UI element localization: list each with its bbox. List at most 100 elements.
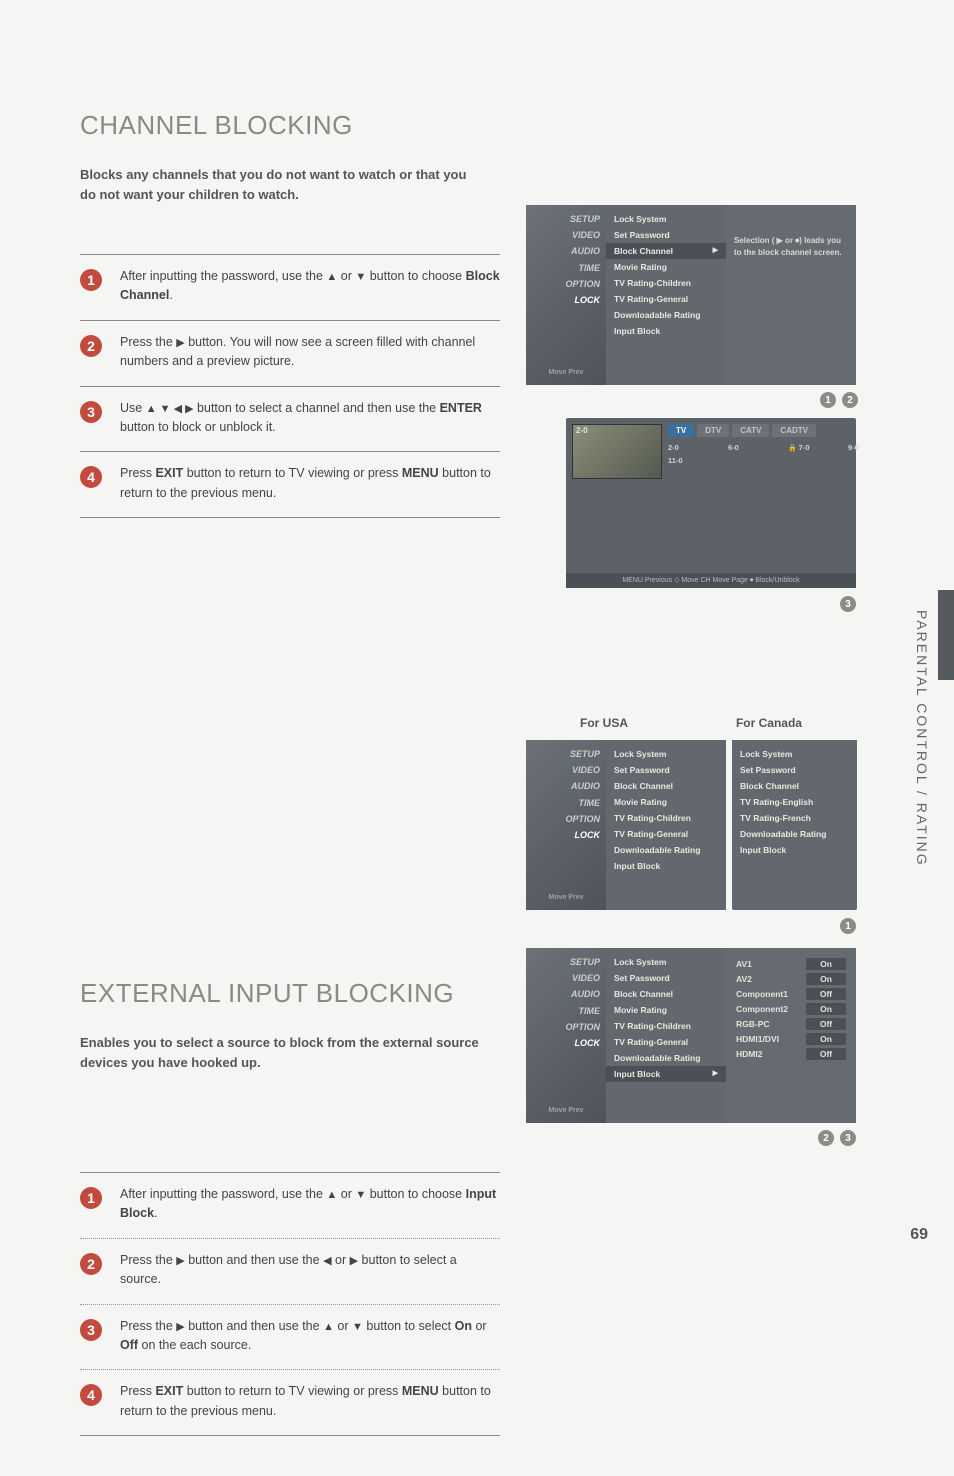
step-text: Press EXIT button to return to TV viewin… (120, 464, 500, 503)
channel-cell: 11-0 (668, 456, 706, 465)
menu-column: Lock System Set Password Block Channel M… (606, 205, 726, 385)
nav-footer-hint: Move Prev (530, 1105, 602, 1118)
step-number: 3 (80, 1319, 102, 1341)
step-number: 2 (80, 1253, 102, 1275)
step: 3 Press the ▶ button and then use the ▲ … (80, 1305, 500, 1371)
step: 3 Use ▲ ▼ ◀ ▶ button to select a channel… (80, 387, 500, 453)
menu-item: Downloadable Rating (606, 842, 726, 858)
nav-item: AUDIO (526, 986, 600, 1002)
input-state: On (806, 958, 846, 970)
input-name: HDMI2 (736, 1049, 762, 1059)
screenshot-badges: 3 (840, 596, 856, 612)
nav-item: SETUP (526, 954, 600, 970)
screenshot-badges: 2 3 (818, 1130, 856, 1146)
input-state: Off (806, 1048, 846, 1060)
nav-item: VIDEO (526, 227, 600, 243)
badge: 1 (840, 918, 856, 934)
step-text: Press the ▶ button. You will now see a s… (120, 333, 500, 372)
step-text: Press the ▶ button and then use the ◀ or… (120, 1251, 500, 1290)
section2-steps: 1 After inputting the password, use the … (80, 1172, 500, 1436)
step-text: After inputting the password, use the ▲ … (120, 1185, 500, 1224)
menu-item: Movie Rating (606, 259, 726, 275)
step: 4 Press EXIT button to return to TV view… (80, 1370, 500, 1436)
nav-column: SETUP VIDEO AUDIO TIME OPTION LOCK Move … (526, 948, 606, 1123)
step-number: 4 (80, 1384, 102, 1406)
menu-item: Block Channel (732, 778, 857, 794)
nav-item: SETUP (526, 746, 600, 762)
nav-item: OPTION (526, 1019, 600, 1035)
input-name: HDMI1/DVI (736, 1034, 779, 1044)
step-text: After inputting the password, use the ▲ … (120, 267, 500, 306)
step-number: 1 (80, 269, 102, 291)
channel-cell: 6-0 (728, 443, 766, 452)
menu-item: Movie Rating (606, 794, 726, 810)
input-state: On (806, 973, 846, 985)
menu-item: Set Password (606, 970, 726, 986)
badge: 3 (840, 1130, 856, 1146)
step: 1 After inputting the password, use the … (80, 255, 500, 321)
badge: 2 (818, 1130, 834, 1146)
region-labels: For USA For Canada (526, 716, 856, 730)
section1-intro: Blocks any channels that you do not want… (80, 165, 480, 204)
menu-item-selected: Block Channel (606, 243, 726, 259)
menu-item: TV Rating-French (732, 810, 857, 826)
menu-column: Lock System Set Password Block Channel T… (732, 740, 857, 864)
menu-item: TV Rating-General (606, 1034, 726, 1050)
input-name: AV2 (736, 974, 752, 984)
input-state: On (806, 1033, 846, 1045)
menu-item: TV Rating-Children (606, 1018, 726, 1034)
input-name: Component2 (736, 1004, 788, 1014)
input-state: Off (806, 1018, 846, 1030)
step-text: Press EXIT button to return to TV viewin… (120, 1382, 500, 1421)
menu-item: TV Rating-English (732, 794, 857, 810)
tab: TV (668, 424, 694, 437)
label-canada: For Canada (736, 716, 802, 730)
channel-cell: 2-0 (668, 443, 706, 452)
nav-item: SETUP (526, 211, 600, 227)
step: 1 After inputting the password, use the … (80, 1173, 500, 1239)
input-name: AV1 (736, 959, 752, 969)
tab: CATV (732, 424, 769, 437)
menu-column: Lock System Set Password Block Channel M… (606, 948, 726, 1123)
badge: 1 (820, 392, 836, 408)
tab: DTV (697, 424, 729, 437)
menu-item: Set Password (732, 762, 857, 778)
menu-item: TV Rating-General (606, 826, 726, 842)
step: 2 Press the ▶ button. You will now see a… (80, 321, 500, 387)
menu-item: Movie Rating (606, 1002, 726, 1018)
nav-item: LOCK (526, 827, 600, 843)
menu-item: Input Block (606, 858, 726, 874)
input-name: RGB-PC (736, 1019, 770, 1029)
menu-item: Input Block (732, 842, 857, 858)
menu-item: Downloadable Rating (606, 1050, 726, 1066)
canada-menu-screenshot: Lock System Set Password Block Channel T… (732, 740, 857, 910)
nav-footer-hint: Move Prev (530, 367, 602, 380)
nav-column: SETUP VIDEO AUDIO TIME OPTION LOCK Move … (526, 740, 606, 910)
tab: CADTV (772, 424, 816, 437)
nav-item: TIME (526, 795, 600, 811)
nav-item: VIDEO (526, 762, 600, 778)
channel-cell: 9-0 (848, 443, 886, 452)
menu-column: Lock System Set Password Block Channel M… (606, 740, 726, 910)
side-accent-bar (938, 590, 954, 680)
menu-item: Lock System (606, 746, 726, 762)
step: 4 Press EXIT button to return to TV view… (80, 452, 500, 518)
nav-item: LOCK (526, 292, 600, 308)
step-number: 3 (80, 401, 102, 423)
menu-item: Set Password (606, 227, 726, 243)
menu-item: Block Channel (606, 778, 726, 794)
nav-item: TIME (526, 1003, 600, 1019)
badge: 3 (840, 596, 856, 612)
input-block-screenshot: SETUP VIDEO AUDIO TIME OPTION LOCK Move … (526, 948, 856, 1123)
step-number: 4 (80, 466, 102, 488)
menu-item: Downloadable Rating (732, 826, 857, 842)
menu-item: TV Rating-Children (606, 275, 726, 291)
bottom-hint: MENU Previous ◇ Move CH Move Page ⏺ Bloc… (566, 573, 856, 588)
nav-column: SETUP VIDEO AUDIO TIME OPTION LOCK Move … (526, 205, 606, 385)
step-number: 1 (80, 1187, 102, 1209)
menu-item: Lock System (606, 954, 726, 970)
section1-title: CHANNEL BLOCKING (80, 110, 884, 141)
page-number: 69 (910, 1226, 928, 1244)
section1-steps: 1 After inputting the password, use the … (80, 254, 500, 518)
nav-footer-hint: Move Prev (530, 892, 602, 905)
